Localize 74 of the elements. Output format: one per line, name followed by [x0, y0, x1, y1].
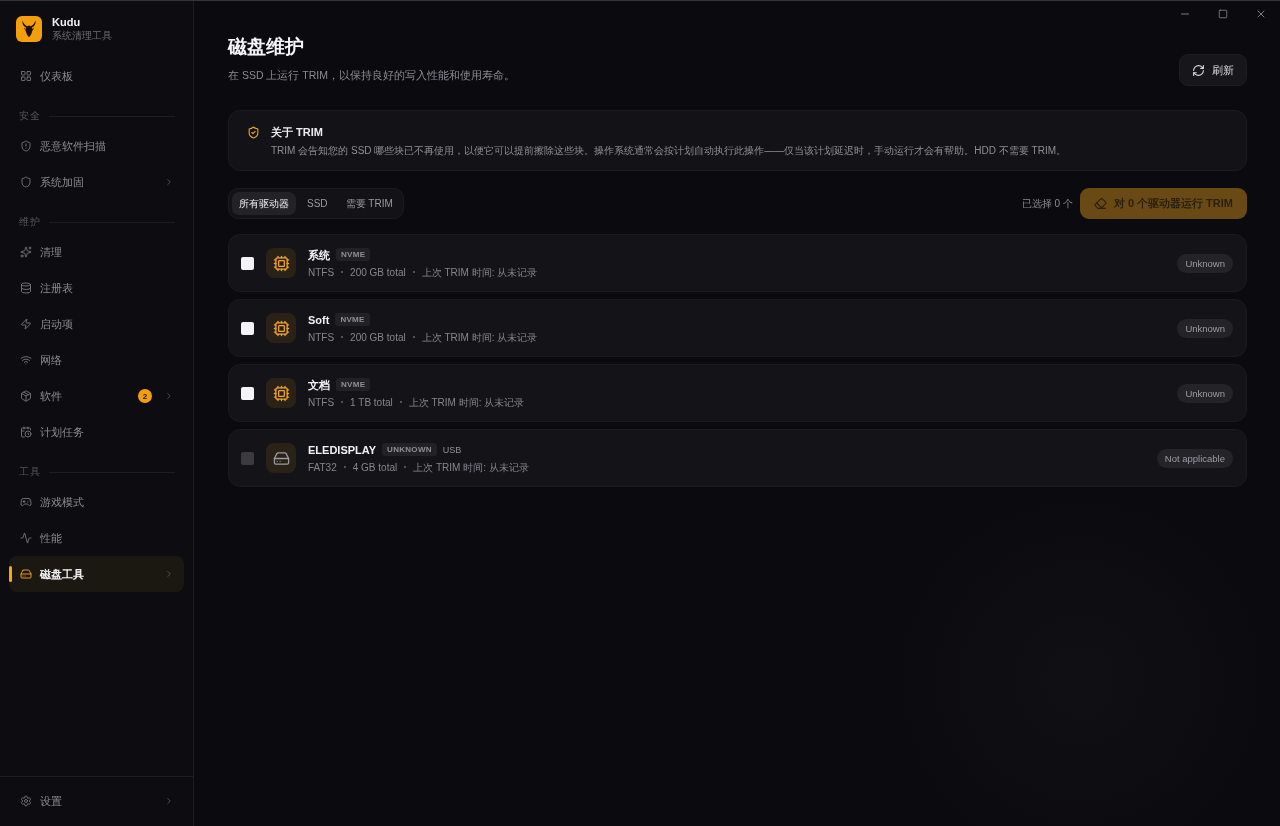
activity-icon — [20, 532, 32, 544]
drive-name: 系统 — [308, 247, 330, 262]
refresh-icon — [1192, 63, 1205, 77]
calendar-clock-icon — [20, 426, 32, 438]
section-label: 安全 — [19, 110, 41, 122]
drive-detail: 上次 TRIM 时间: 从未记录 — [421, 330, 538, 344]
sidebar-item[interactable]: 计划任务 — [9, 414, 184, 450]
drive-detail: 200 GB total — [350, 265, 406, 279]
drive-detail: 1 TB total — [350, 395, 393, 409]
status-badge: Not applicable — [1156, 448, 1233, 468]
drive-type-tag: NVME — [335, 313, 370, 326]
drive-detail: NTFS — [308, 265, 335, 279]
page-title: 磁盘维护 — [228, 35, 305, 59]
lightning-icon — [20, 318, 32, 330]
drive-type-tag: UNKNOWN — [382, 443, 437, 456]
filter-tab[interactable]: SSD — [300, 192, 335, 215]
drive-detail: 4 GB total — [352, 460, 398, 474]
sidebar-item[interactable]: 系统加固 — [9, 164, 184, 200]
sidebar-item[interactable]: 游戏模式 — [9, 484, 184, 520]
section-label: 维护 — [19, 216, 41, 228]
grid-icon — [20, 70, 32, 82]
app-name: Kudu — [52, 16, 82, 29]
shield-check-icon — [247, 126, 260, 139]
drive-type-tag: NVME — [336, 248, 371, 261]
sidebar-item[interactable]: 仪表板 — [9, 58, 184, 94]
sidebar-item[interactable]: 软件 2 — [9, 378, 184, 414]
filter-tab[interactable]: 需要 TRIM — [338, 192, 400, 215]
gamepad-icon — [20, 496, 32, 508]
sparkles-icon — [20, 246, 32, 258]
database-icon — [20, 282, 32, 294]
settings-icon — [20, 795, 32, 807]
hard-drive-icon — [20, 568, 32, 580]
app-tagline: 系统清理工具 — [52, 30, 112, 42]
drive-type-tag: NVME — [336, 378, 371, 391]
sidebar-item[interactable]: 恶意软件扫描 — [9, 128, 184, 164]
checkbox[interactable] — [241, 256, 254, 270]
checkbox[interactable] — [241, 386, 254, 400]
drive-name: Soft — [308, 312, 330, 327]
antelope-logo-icon — [16, 16, 42, 42]
drive-detail: 上次 TRIM 时间: 从未记录 — [421, 265, 538, 279]
count-badge: 2 — [138, 389, 152, 403]
drive-name: 文档 — [308, 377, 330, 392]
connection-label: USB — [442, 444, 462, 455]
drive-name: ELEDISPLAY — [308, 442, 377, 457]
status-badge: Unknown — [1177, 318, 1233, 338]
drive-detail: NTFS — [308, 330, 335, 344]
box-icon — [20, 390, 32, 402]
sidebar-item[interactable]: 磁盘工具 — [9, 556, 184, 592]
status-badge: Unknown — [1177, 383, 1233, 403]
drive-detail: FAT32 — [308, 460, 337, 474]
page-subtitle: 在 SSD 上运行 TRIM，以保持良好的写入性能和使用寿命。 — [228, 68, 515, 82]
sidebar-item[interactable]: 注册表 — [9, 270, 184, 306]
drive-detail: 上次 TRIM 时间: 从未记录 — [413, 460, 529, 474]
info-title: 关于 TRIM — [271, 125, 324, 139]
shield-icon — [20, 176, 32, 188]
selection-count: 已选择 0 个 — [1021, 196, 1073, 211]
info-text: TRIM 会告知您的 SSD 哪些块已不再使用，以便它可以提前擦除这些块。操作系统通常会按计划自动执行此操作——仅当该计划延迟时，手动运行才会有帮助。HDD 不需要 TRIM。 — [271, 144, 1066, 158]
maximize-icon — [1218, 9, 1228, 19]
sidebar-item[interactable]: 设置 — [9, 783, 184, 819]
sidebar-item[interactable]: 启动项 — [9, 306, 184, 342]
wifi-icon — [20, 354, 32, 366]
sidebar-item[interactable]: 性能 — [9, 520, 184, 556]
sidebar-item[interactable]: 网络 — [9, 342, 184, 378]
refresh-button[interactable]: 刷新 — [1179, 54, 1247, 86]
eraser-icon — [1093, 197, 1107, 210]
drive-detail: 上次 TRIM 时间: 从未记录 — [408, 395, 525, 409]
close-icon — [1255, 8, 1267, 20]
shield-alert-icon — [20, 140, 32, 152]
sidebar-item[interactable]: 清理 — [9, 234, 184, 270]
status-badge: Unknown — [1177, 253, 1233, 273]
filter-tab[interactable]: 所有驱动器 — [232, 192, 296, 215]
checkbox[interactable] — [241, 321, 254, 335]
drive-detail: 200 GB total — [350, 330, 406, 344]
drive-detail: NTFS — [308, 395, 335, 409]
